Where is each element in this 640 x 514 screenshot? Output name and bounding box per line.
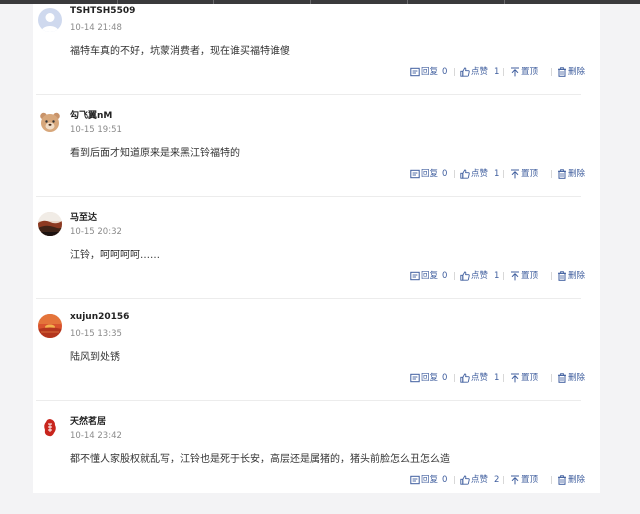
- delete-label: 删除: [568, 67, 586, 77]
- action-divider: [503, 374, 504, 382]
- comment-text: 都不懂人家股权就乱写，江铃也是死于长安，高层还是属猪的，猪头前脸怎么丑怎么造: [70, 454, 450, 465]
- action-divider: [551, 68, 552, 76]
- action-divider: [503, 476, 504, 484]
- comment-item: 马至达 10-15 20:32 江铃，呵呵呵呵…… 回复 0 点赞 1 置顶 删…: [33, 208, 600, 310]
- thumbs-up-icon: [460, 373, 470, 383]
- action-divider: [454, 374, 455, 382]
- reply-icon: [410, 271, 420, 281]
- thumbs-up-icon: [460, 271, 470, 281]
- trash-icon: [558, 475, 566, 485]
- comment-item: TSHTSH5509 10-14 21:48 福特车真的不好，坑蒙消费者，现在谁…: [33, 4, 600, 106]
- default-avatar-icon[interactable]: [38, 8, 62, 32]
- bear-avatar-icon[interactable]: [38, 110, 62, 134]
- reply-count: 0: [442, 169, 448, 179]
- delete-label: 删除: [568, 373, 586, 383]
- trash-icon: [558, 271, 566, 281]
- action-divider: [551, 170, 552, 178]
- comment-time: 10-15 20:32: [70, 227, 122, 237]
- comment-divider: [36, 94, 581, 95]
- pin-top-icon: [511, 271, 519, 281]
- comment-text: 福特车真的不好，坑蒙消费者，现在谁买福特谁傻: [70, 46, 290, 57]
- delete-label: 删除: [568, 169, 586, 179]
- pin-top-label: 置顶: [521, 373, 539, 383]
- trash-icon: [558, 169, 566, 179]
- reply-icon: [410, 475, 420, 485]
- action-divider: [454, 68, 455, 76]
- reply-label: 回复: [421, 475, 439, 485]
- action-divider: [551, 374, 552, 382]
- comment-text: 看到后面才知道原来是来黑江铃福特的: [70, 148, 240, 159]
- reply-count: 0: [442, 271, 448, 281]
- comment-text: 江铃，呵呵呵呵……: [70, 250, 160, 261]
- action-divider: [551, 476, 552, 484]
- action-divider: [454, 170, 455, 178]
- action-divider: [503, 68, 504, 76]
- comment-list: TSHTSH5509 10-14 21:48 福特车真的不好，坑蒙消费者，现在谁…: [33, 4, 600, 493]
- thumbs-up-icon: [460, 475, 470, 485]
- reply-label: 回复: [421, 169, 439, 179]
- thumbs-up-icon: [460, 67, 470, 77]
- like-label: 点赞: [471, 475, 489, 485]
- pin-top-label: 置顶: [521, 475, 539, 485]
- comment-text: 陆风到处锈: [70, 352, 120, 363]
- like-count: 1: [494, 169, 500, 179]
- like-label: 点赞: [471, 271, 489, 281]
- comment-item: xujun20156 10-15 13:35 陆风到处锈 回复 0 点赞 1 置…: [33, 310, 600, 412]
- pin-top-label: 置顶: [521, 67, 539, 77]
- like-label: 点赞: [471, 373, 489, 383]
- sunset-avatar-icon[interactable]: [38, 314, 62, 338]
- action-divider: [454, 476, 455, 484]
- reply-icon: [410, 67, 420, 77]
- comment-time: 10-14 23:42: [70, 431, 122, 441]
- comment-username[interactable]: 马至达: [70, 210, 97, 223]
- comment-divider: [36, 196, 581, 197]
- comment-username[interactable]: 勾飞翼nM: [70, 108, 112, 121]
- comment-time: 10-14 21:48: [70, 23, 122, 33]
- delete-label: 删除: [568, 475, 586, 485]
- pin-top-icon: [511, 67, 519, 77]
- comment-username[interactable]: 天然茗居: [70, 414, 106, 427]
- trash-icon: [558, 373, 566, 383]
- seal-avatar-icon[interactable]: [38, 416, 62, 440]
- pin-top-icon: [511, 475, 519, 485]
- pin-top-icon: [511, 169, 519, 179]
- trash-icon: [558, 67, 566, 77]
- reply-label: 回复: [421, 67, 439, 77]
- comment-time: 10-15 13:35: [70, 329, 122, 339]
- action-divider: [551, 272, 552, 280]
- comment-time: 10-15 19:51: [70, 125, 122, 135]
- reply-count: 0: [442, 475, 448, 485]
- pin-top-label: 置顶: [521, 169, 539, 179]
- landscape-avatar-icon[interactable]: [38, 212, 62, 236]
- comment-item: 天然茗居 10-14 23:42 都不懂人家股权就乱写，江铃也是死于长安，高层还…: [33, 412, 600, 514]
- like-count: 2: [494, 475, 500, 485]
- comment-divider: [36, 298, 581, 299]
- like-count: 1: [494, 67, 500, 77]
- pin-top-icon: [511, 373, 519, 383]
- thumbs-up-icon: [460, 169, 470, 179]
- comment-item: 勾飞翼nM 10-15 19:51 看到后面才知道原来是来黑江铃福特的 回复 0…: [33, 106, 600, 208]
- reply-icon: [410, 169, 420, 179]
- reply-label: 回复: [421, 271, 439, 281]
- comment-username[interactable]: xujun20156: [70, 312, 129, 322]
- reply-icon: [410, 373, 420, 383]
- action-divider: [503, 170, 504, 178]
- delete-label: 删除: [568, 271, 586, 281]
- like-count: 1: [494, 271, 500, 281]
- reply-count: 0: [442, 67, 448, 77]
- comment-divider: [36, 400, 581, 401]
- reply-count: 0: [442, 373, 448, 383]
- action-divider: [454, 272, 455, 280]
- action-divider: [503, 272, 504, 280]
- like-label: 点赞: [471, 169, 489, 179]
- comment-username[interactable]: TSHTSH5509: [70, 6, 135, 16]
- reply-label: 回复: [421, 373, 439, 383]
- like-label: 点赞: [471, 67, 489, 77]
- like-count: 1: [494, 373, 500, 383]
- pin-top-label: 置顶: [521, 271, 539, 281]
